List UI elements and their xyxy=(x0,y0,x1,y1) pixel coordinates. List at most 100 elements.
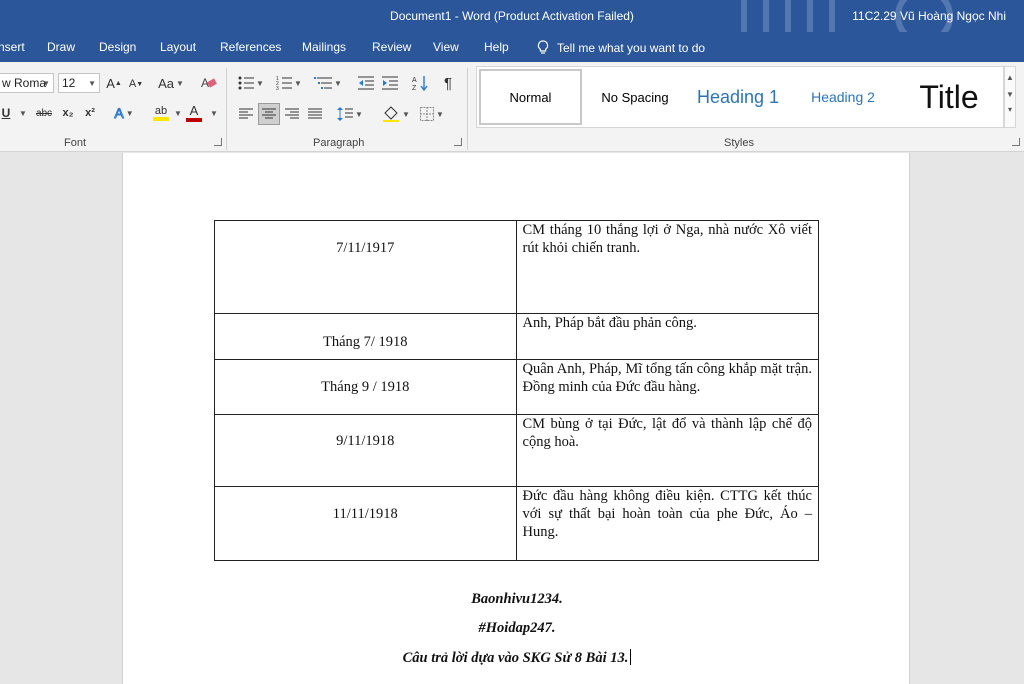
style-no-spacing[interactable]: No Spacing xyxy=(589,67,681,127)
group-separator xyxy=(226,68,227,150)
table-cell-event[interactable]: CM tháng 10 thắng lợi ở Nga, nhà nước Xô… xyxy=(515,220,820,314)
text-effects-button[interactable]: A ▼ xyxy=(110,104,138,122)
chevron-down-icon: ▼ xyxy=(42,78,50,88)
align-left-button[interactable] xyxy=(236,104,256,124)
chevron-down-icon[interactable]: ▼ xyxy=(174,109,182,118)
paragraph-dialog-launcher-icon[interactable] xyxy=(454,138,462,146)
note-line-3[interactable]: Câu trả lời dựa vào SKG Sử 8 Bài 13. xyxy=(123,649,911,667)
font-size-value: 12 xyxy=(62,76,76,90)
tab-layout[interactable]: Layout xyxy=(160,40,196,54)
text-cursor xyxy=(630,649,632,665)
style-normal-label: Normal xyxy=(509,89,552,105)
svg-text:3: 3 xyxy=(276,86,279,90)
table-row: 9/11/1918 CM bùng ở tại Đức, lật đổ và t… xyxy=(214,414,820,487)
increase-indent-icon xyxy=(382,76,398,90)
font-color-swatch xyxy=(186,118,202,122)
title-bar: Document1 - Word (Product Activation Fai… xyxy=(0,0,1024,32)
note-line-2[interactable]: #Hoidap247. xyxy=(123,620,911,637)
clear-formatting-button[interactable]: A xyxy=(200,73,218,93)
gallery-up-icon[interactable]: ▲ xyxy=(1005,73,1015,82)
numbering-button[interactable]: 1 2 3 ▼ xyxy=(274,73,304,93)
bullets-button[interactable]: ▼ xyxy=(236,73,266,93)
eraser-icon: A xyxy=(201,76,217,90)
table-cell-date[interactable]: Tháng 9 / 1918 xyxy=(214,359,517,415)
style-heading-1[interactable]: Heading 1 xyxy=(687,67,789,127)
tab-draw[interactable]: Draw xyxy=(47,40,75,54)
font-color-button[interactable]: A xyxy=(184,102,204,124)
font-name-box[interactable]: w Roma ▼ xyxy=(0,73,54,93)
tell-me-box[interactable]: Tell me what you want to do xyxy=(537,40,705,55)
user-name[interactable]: 11C2.29 Vũ Hoàng Ngọc Nhi xyxy=(852,9,1006,23)
line-spacing-button[interactable]: ▼ xyxy=(335,104,365,124)
decrease-indent-button[interactable] xyxy=(356,73,376,93)
strikethrough-icon: abc xyxy=(35,107,53,119)
tab-help[interactable]: Help xyxy=(484,40,509,54)
show-formatting-marks-button[interactable]: ¶ xyxy=(438,73,458,93)
styles-dialog-launcher-icon[interactable] xyxy=(1012,138,1020,146)
table-cell-date[interactable]: Tháng 7/ 1918 xyxy=(214,313,517,360)
svg-text:Z: Z xyxy=(412,85,417,91)
chevron-down-icon[interactable]: ▼ xyxy=(19,109,27,118)
tab-references[interactable]: References xyxy=(220,40,281,54)
chevron-down-icon[interactable]: ▼ xyxy=(210,109,218,118)
borders-button[interactable]: ▼ xyxy=(418,104,446,124)
note-line-1[interactable]: Baonhivu1234. xyxy=(123,591,911,608)
styles-gallery-scroll[interactable]: ▲ ▼ ▾ xyxy=(1004,66,1016,128)
gallery-down-icon[interactable]: ▼ xyxy=(1005,90,1015,99)
table-cell-date[interactable]: 9/11/1918 xyxy=(214,414,517,487)
numbered-list-icon: 123 xyxy=(276,76,293,90)
tab-insert[interactable]: nsert xyxy=(0,40,25,54)
style-heading-2-label: Heading 2 xyxy=(811,89,875,105)
table-cell-date[interactable]: 7/11/1917 xyxy=(214,220,517,314)
table-cell-event[interactable]: Đức đầu hàng không điều kiện. CTTG kết t… xyxy=(515,486,820,561)
events-table: 7/11/1917 CM tháng 10 thắng lợi ở Nga, n… xyxy=(214,220,820,561)
multilevel-list-button[interactable]: ▼ xyxy=(312,73,344,93)
bullet-list-icon xyxy=(238,76,255,90)
tab-review[interactable]: Review xyxy=(372,40,411,54)
document-page[interactable]: 7/11/1917 CM tháng 10 thắng lợi ở Nga, n… xyxy=(122,153,910,684)
style-title[interactable]: Title xyxy=(901,67,997,127)
table-row: 11/11/1918 Đức đầu hàng không điều kiện.… xyxy=(214,486,820,561)
change-case-button[interactable]: Aa ▼ xyxy=(156,74,186,92)
font-dialog-launcher-icon[interactable] xyxy=(214,138,222,146)
tab-design[interactable]: Design xyxy=(99,40,136,54)
font-color-icon: A xyxy=(189,103,199,118)
paint-bucket-icon xyxy=(383,106,400,122)
paragraph-group-label: Paragraph xyxy=(313,137,365,149)
shading-button[interactable]: ▼ xyxy=(380,104,412,124)
underline-button[interactable]: U xyxy=(0,104,13,122)
table-cell-date[interactable]: 11/11/1918 xyxy=(214,486,517,561)
styles-group-label: Styles xyxy=(724,137,754,149)
subscript-button[interactable]: x₂ xyxy=(60,104,76,122)
grow-font-button[interactable]: A ▲ xyxy=(106,74,122,92)
style-normal[interactable]: Normal xyxy=(479,69,582,125)
superscript-icon: x² xyxy=(85,107,95,119)
align-center-icon xyxy=(262,108,276,119)
group-separator xyxy=(467,68,468,150)
justify-button[interactable] xyxy=(305,104,325,124)
table-cell-event[interactable]: Anh, Pháp bắt đầu phản công. xyxy=(515,313,820,360)
align-right-button[interactable] xyxy=(282,104,302,124)
tab-mailings[interactable]: Mailings xyxy=(302,40,346,54)
style-no-spacing-label: No Spacing xyxy=(601,89,669,105)
shrink-font-button[interactable]: A ▼ xyxy=(128,75,144,93)
align-center-button[interactable] xyxy=(258,103,280,125)
strikethrough-button[interactable]: abc xyxy=(34,104,54,122)
style-heading-1-label: Heading 1 xyxy=(696,86,780,107)
sort-button[interactable]: AZ xyxy=(410,73,430,93)
style-heading-2[interactable]: Heading 2 xyxy=(797,67,889,127)
text-effects-icon: A xyxy=(114,105,124,122)
increase-indent-button[interactable] xyxy=(380,73,400,93)
change-case-icon: Aa xyxy=(158,75,174,91)
tab-view[interactable]: View xyxy=(433,40,459,54)
table-cell-event[interactable]: Quân Anh, Pháp, Mĩ tổng tấn công khắp mặ… xyxy=(515,359,820,415)
align-right-icon xyxy=(285,108,299,119)
sort-icon: AZ xyxy=(412,76,428,91)
table-cell-event[interactable]: CM bùng ở tại Đức, lật đổ và thành lập c… xyxy=(515,414,820,487)
highlight-button[interactable]: ab xyxy=(146,102,176,124)
font-size-box[interactable]: 12 ▼ xyxy=(58,73,100,93)
font-group-label: Font xyxy=(64,137,87,149)
superscript-button[interactable]: x² xyxy=(82,104,98,122)
gallery-more-icon[interactable]: ▾ xyxy=(1005,105,1015,114)
ribbon-tabs: nsert Draw Design Layout References Mail… xyxy=(0,32,1024,62)
